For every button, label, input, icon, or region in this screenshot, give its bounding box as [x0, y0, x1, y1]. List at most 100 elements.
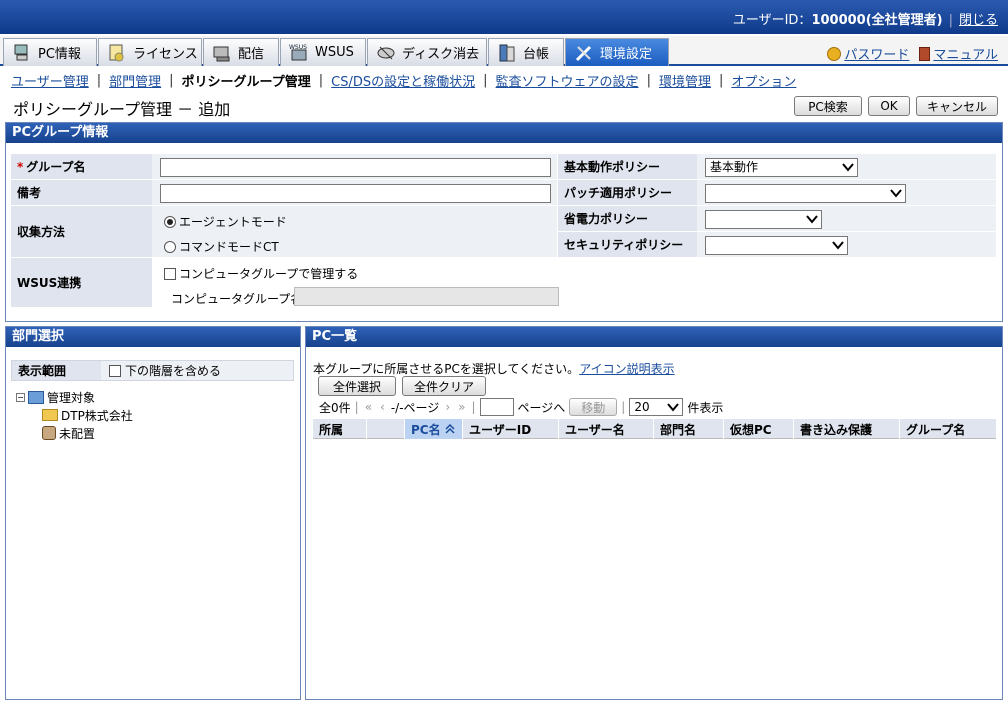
sub-navigation: ユーザー管理 | 部門管理 | ポリシーグループ管理 | CS/DSの設定と稼働…: [0, 68, 1008, 92]
column-virtual-pc[interactable]: 仮想PC: [724, 419, 794, 439]
subnav-options[interactable]: オプション: [731, 71, 796, 90]
column-user-id[interactable]: ユーザーID: [463, 419, 559, 439]
section-header: PCグループ情報: [6, 123, 1002, 143]
section-header: 部門選択: [6, 327, 300, 347]
page-title: ポリシーグループ管理 － 追加: [13, 100, 231, 119]
display-range-label: 表示範囲: [12, 361, 101, 380]
tab-license[interactable]: ライセンス: [98, 38, 202, 66]
manual-link-wrap[interactable]: マニュアル: [919, 44, 998, 63]
dept-tree: − 管理対象 DTP株式会社 未配置: [16, 388, 133, 442]
checkbox-icon: [109, 364, 121, 377]
tab-disk-erase[interactable]: ディスク消去: [367, 38, 487, 66]
move-button[interactable]: 移動: [569, 398, 618, 416]
subnav-user-management[interactable]: ユーザー管理: [11, 71, 89, 90]
wsus-group-name-label: コンピュータグループ名: [171, 292, 303, 306]
license-icon: [107, 43, 127, 63]
separator: |: [471, 400, 476, 414]
select-all-button[interactable]: 全件選択: [318, 376, 396, 396]
include-lower-checkbox[interactable]: 下の階層を含める: [101, 362, 221, 379]
checkbox-label: 下の階層を含める: [125, 364, 222, 378]
cancel-button[interactable]: キャンセル: [916, 96, 998, 116]
page-number-input[interactable]: [479, 398, 514, 416]
tab-pc-info[interactable]: PC情報: [3, 38, 97, 66]
column-write-protect[interactable]: 書き込み保護: [794, 419, 900, 439]
key-icon: [827, 46, 842, 61]
column-user-name[interactable]: ユーザー名: [559, 419, 654, 439]
ok-button[interactable]: OK: [868, 96, 910, 116]
collapse-icon[interactable]: −: [16, 392, 25, 402]
patch-policy-select[interactable]: [705, 184, 906, 203]
tree-node-root[interactable]: − 管理対象: [16, 388, 133, 406]
basic-policy-select[interactable]: 基本動作: [705, 158, 858, 177]
security-policy-select[interactable]: [705, 236, 848, 255]
tab-label: ライセンス: [133, 47, 198, 62]
tree-node-dtp[interactable]: DTP株式会社: [16, 406, 133, 424]
display-range-row: 表示範囲 下の階層を含める: [11, 360, 294, 381]
separator: |: [354, 400, 359, 414]
chevron-down-icon: [667, 403, 680, 412]
tree-node-unassigned[interactable]: 未配置: [16, 424, 133, 442]
security-policy-label: セキュリティポリシー: [558, 232, 697, 258]
prev-page-icon: ‹: [380, 400, 385, 414]
pc-search-button[interactable]: PC検索: [794, 96, 862, 116]
per-page-select[interactable]: 20: [629, 398, 684, 416]
subnav-environment[interactable]: 環境管理: [659, 71, 711, 90]
close-link[interactable]: 閉じる: [959, 13, 998, 28]
tab-distribution[interactable]: 配信: [203, 38, 279, 66]
main-tabs: PC情報 ライセンス 配信 WSUS WSUS ディスク消去 台帳 環境設定 パ…: [0, 36, 1008, 66]
page-buttons: PC検索 OK キャンセル: [794, 96, 998, 116]
tools-icon: [574, 43, 594, 63]
agent-mode-radio[interactable]: エージェントモード: [164, 213, 287, 230]
subnav-dept-management[interactable]: 部門管理: [109, 71, 161, 90]
column-label: PC名: [411, 422, 441, 437]
manual-book-icon: [919, 46, 931, 61]
note-label: 備考: [11, 180, 152, 206]
password-link-wrap[interactable]: パスワード: [827, 44, 909, 63]
chevron-down-icon: [832, 241, 844, 250]
tab-ledger[interactable]: 台帳: [488, 38, 564, 66]
select-buttons: 全件選択 全件クリア: [318, 376, 486, 396]
group-name-label: * グループ名: [11, 154, 152, 180]
group-name-input[interactable]: [160, 158, 551, 177]
patch-policy-label: パッチ適用ポリシー: [558, 180, 697, 206]
checkbox-label: コンピュータグループで管理する: [179, 267, 359, 281]
unassigned-user-icon: [42, 426, 56, 440]
tree-node-label: 未配置: [59, 426, 96, 441]
tab-label: 台帳: [523, 47, 550, 62]
tab-label: WSUS: [315, 45, 354, 60]
chevron-down-icon: [842, 163, 854, 172]
wsus-group-name-input: [294, 287, 559, 306]
tab-label: ディスク消去: [402, 47, 480, 62]
manual-link[interactable]: マニュアル: [933, 44, 998, 63]
command-mode-radio[interactable]: コマンドモードCT: [164, 238, 279, 255]
column-pc-name[interactable]: PC名: [405, 419, 463, 439]
icon-description-link[interactable]: アイコン説明表示: [579, 362, 674, 376]
per-page-suffix: 件表示: [687, 400, 724, 415]
subnav-audit-software[interactable]: 監査ソフトウェアの設定: [496, 71, 639, 90]
power-policy-select[interactable]: [705, 210, 822, 229]
tab-wsus[interactable]: WSUS WSUS: [280, 38, 366, 66]
power-policy-label: 省電力ポリシー: [558, 206, 697, 232]
tree-node-label: DTP株式会社: [61, 408, 133, 423]
section-header: PC一覧: [306, 327, 1002, 347]
wsus-checkbox[interactable]: コンピュータグループで管理する: [164, 265, 358, 282]
separator: |: [96, 72, 102, 88]
separator: |: [169, 72, 174, 88]
building-icon: [28, 390, 44, 404]
user-id-label: ユーザーID：: [732, 13, 812, 28]
page-indicator: -/-ページ: [390, 400, 440, 415]
column-affiliation[interactable]: 所属: [313, 419, 367, 439]
group-name-label-text: グループ名: [26, 160, 86, 174]
tab-environment-settings[interactable]: 環境設定: [565, 38, 669, 66]
note-input[interactable]: [160, 184, 551, 203]
password-link[interactable]: パスワード: [844, 44, 909, 63]
column-dept-name[interactable]: 部門名: [654, 419, 724, 439]
subnav-csds-settings[interactable]: CS/DSの設定と稼働状況: [331, 71, 475, 90]
separator: |: [318, 72, 324, 88]
tab-label: 配信: [238, 47, 265, 62]
radio-label: エージェントモード: [179, 215, 287, 229]
column-group-name[interactable]: グループ名: [900, 419, 996, 439]
clear-all-button[interactable]: 全件クリア: [402, 376, 486, 396]
user-id-value: 100000(全社管理者): [811, 13, 943, 28]
chevron-down-icon: [806, 215, 818, 224]
